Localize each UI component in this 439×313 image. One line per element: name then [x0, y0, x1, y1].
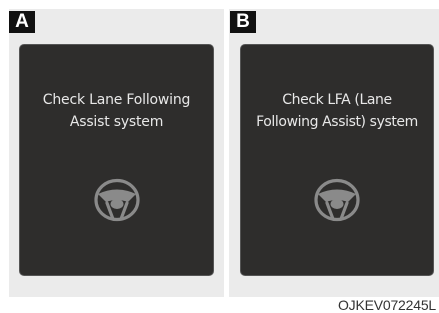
warning-message-line: Following Assist) system — [256, 114, 418, 130]
steering-wheel-icon — [314, 178, 360, 222]
warning-message: Check Lane Following Assist system — [20, 89, 213, 133]
warning-message-line: Assist system — [69, 114, 164, 130]
panel-b-label: B — [230, 11, 256, 33]
steering-wheel-icon — [93, 178, 140, 222]
figure-code: OJKEV072245L — [337, 297, 436, 313]
panel-a-label: A — [9, 11, 35, 33]
warning-message: Check LFA (Lane Following Assist) system — [241, 89, 433, 133]
warning-message-line: Check Lane Following — [42, 92, 191, 108]
cluster-display-b: Check LFA (Lane Following Assist) system — [240, 44, 434, 276]
cluster-display-a: Check Lane Following Assist system — [19, 44, 214, 276]
warning-message-line: Check LFA (Lane — [282, 92, 392, 108]
